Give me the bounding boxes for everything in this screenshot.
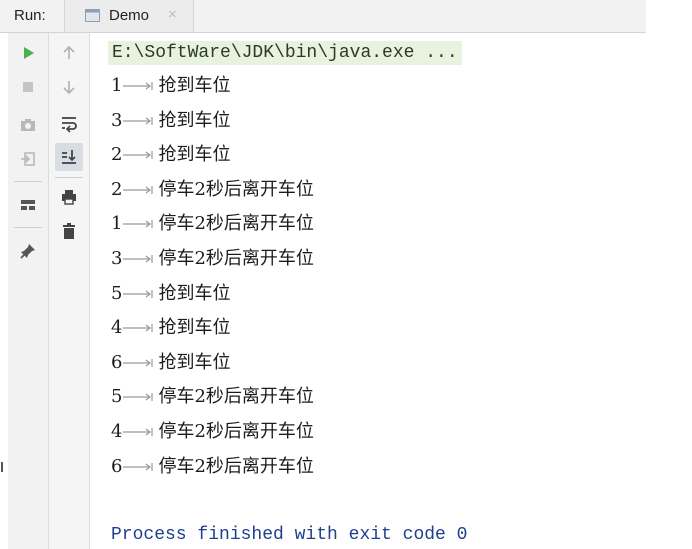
message-text: 停车2秒后离开车位 — [158, 213, 314, 235]
message-text: 抢到车位 — [158, 75, 231, 96]
run-label: Run: — [14, 7, 46, 24]
edge-marker — [1, 462, 3, 472]
console-line: 4 抢到车位 — [111, 317, 230, 339]
run-command: E:\SoftWare\JDK\bin\java.exe ... — [108, 41, 462, 65]
thread-id: 3 — [111, 109, 123, 131]
message-text: 抢到车位 — [158, 282, 231, 304]
tab-arrow-icon — [122, 182, 158, 198]
exit-message: Process finished with exit code 0 — [111, 525, 468, 545]
left-toolbar — [8, 33, 49, 549]
exit-icon[interactable] — [14, 145, 42, 173]
right-toolbar — [49, 33, 90, 549]
rerun-icon[interactable] — [14, 39, 42, 67]
soft-wrap-icon[interactable] — [55, 109, 83, 137]
console-line: 3 抢到车位 — [111, 110, 230, 132]
close-icon[interactable]: × — [168, 6, 177, 23]
message-text: 停车2秒后离开车位 — [158, 248, 314, 269]
tab-arrow-icon — [122, 147, 158, 163]
tab-arrow-icon — [122, 251, 158, 267]
message-text: 停车2秒后离开车位 — [158, 178, 314, 200]
tab-arrow-icon — [122, 424, 158, 440]
thread-id: 5 — [111, 386, 123, 408]
stop-icon[interactable] — [14, 73, 42, 101]
tab-arrow-icon — [122, 78, 158, 94]
down-arrow-icon[interactable] — [55, 73, 83, 101]
console-line: 3 停车2秒后离开车位 — [111, 248, 314, 270]
console-line: 2 抢到车位 — [111, 144, 230, 166]
camera-icon[interactable] — [14, 111, 42, 139]
tab-arrow-icon — [122, 113, 158, 129]
tab-label: Demo — [109, 7, 150, 24]
thread-id: 4 — [111, 421, 123, 442]
console-line: 5 停车2秒后离开车位 — [111, 386, 314, 408]
thread-id: 4 — [111, 317, 123, 339]
tab-arrow-icon — [122, 459, 158, 475]
console-line: 2 停车2秒后离开车位 — [111, 179, 314, 201]
print-icon[interactable] — [55, 183, 83, 211]
console-line: 6 停车2秒后离开车位 — [111, 456, 314, 478]
thread-id: 6 — [111, 455, 123, 477]
message-text: 抢到车位 — [158, 109, 231, 131]
message-text: 抢到车位 — [158, 351, 231, 373]
tab-arrow-icon — [122, 389, 158, 405]
thread-id: 1 — [111, 213, 123, 235]
tab-arrow-icon — [122, 320, 158, 336]
up-arrow-icon[interactable] — [55, 39, 83, 67]
console-line: 1 抢到车位 — [111, 75, 230, 97]
console-icon — [85, 9, 100, 22]
thread-id: 1 — [111, 75, 123, 96]
message-text: 停车2秒后离开车位 — [158, 421, 314, 442]
tab-demo[interactable]: Demo × — [64, 0, 194, 32]
run-toolbar-header: Run: Demo × — [0, 0, 646, 33]
thread-id: 6 — [111, 351, 123, 373]
console-line: 1 停车2秒后离开车位 — [111, 213, 314, 235]
thread-id: 5 — [111, 282, 123, 304]
console-line: 4 停车2秒后离开车位 — [111, 421, 314, 443]
thread-id: 2 — [111, 144, 123, 166]
scroll-to-end-icon[interactable] — [55, 143, 83, 171]
thread-id: 3 — [111, 248, 123, 269]
console-line: 6 抢到车位 — [111, 352, 230, 374]
tab-arrow-icon — [122, 216, 158, 232]
message-text: 抢到车位 — [158, 317, 231, 339]
trash-icon[interactable] — [55, 217, 83, 245]
console-output[interactable]: E:\SoftWare\JDK\bin\java.exe ... 1 抢到车位 3 抢… — [90, 33, 646, 549]
message-text: 停车2秒后离开车位 — [158, 455, 314, 477]
tab-arrow-icon — [122, 355, 158, 371]
message-text: 抢到车位 — [158, 144, 231, 166]
layout-icon[interactable] — [14, 191, 42, 219]
tab-arrow-icon — [122, 286, 158, 302]
console-line: 5 抢到车位 — [111, 283, 230, 305]
message-text: 停车2秒后离开车位 — [158, 386, 314, 408]
thread-id: 2 — [111, 178, 123, 200]
pin-icon[interactable] — [14, 237, 42, 265]
